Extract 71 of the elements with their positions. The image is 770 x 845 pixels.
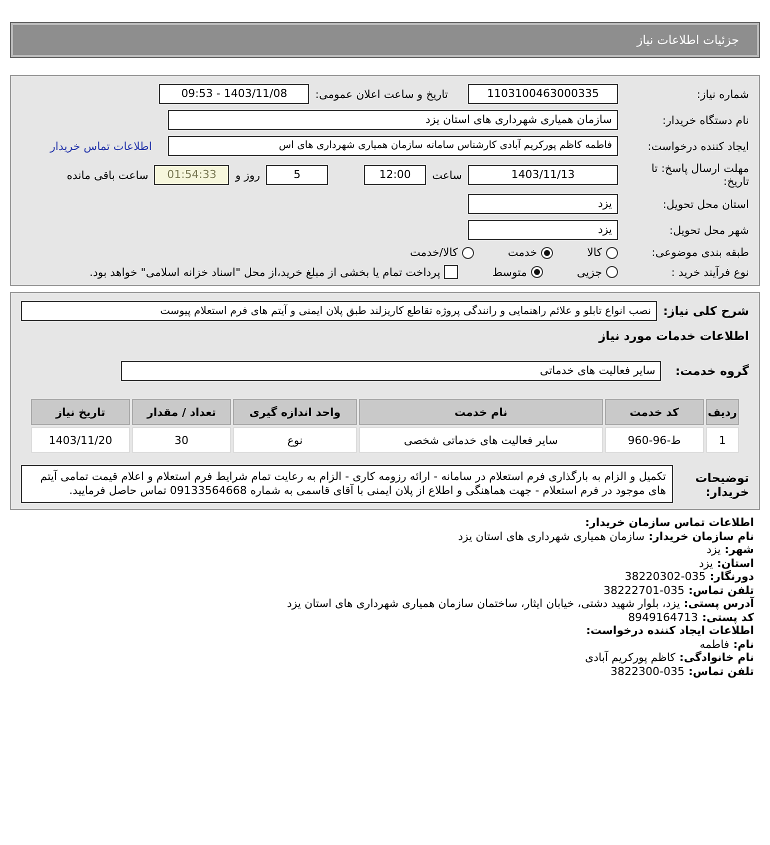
field-label: شماره نیاز:	[696, 88, 749, 100]
deadline-time-field: 12:00	[364, 165, 426, 185]
section-title: اطلاعات خدمات مورد نیاز	[598, 329, 749, 343]
field-label: طبقه بندی موضوعی:	[650, 246, 749, 259]
contact-label: دورنگار:	[710, 570, 754, 583]
column-header: تعداد / مقدار	[132, 399, 231, 425]
category-radio[interactable]: کالا/خدمت	[410, 246, 474, 259]
contact-label: نام خانوادگی:	[679, 651, 754, 664]
contact-label: تلفن تماس:	[688, 664, 754, 678]
province-field: یزد	[468, 194, 618, 214]
contact-label: تلفن تماس:	[688, 584, 754, 596]
contact-value: 035-3822300	[610, 664, 685, 678]
table-cell: نوع	[233, 427, 357, 453]
contact-label: استان:	[717, 556, 754, 570]
contact-value: فاطمه	[700, 638, 730, 650]
city-field: یزد	[468, 220, 618, 240]
table-cell: 30	[132, 427, 231, 453]
buyer-notes-field: تکمیل و الزام به بارگذاری فرم استعلام در سامانه - ارائه رزومه کاری - الزام به رعایت تمام شرایط فرم استعلام و اعلام قیمت تمامی آیتم های موجود در فرم استعلام - جهت هماهنگی و اطلاع از پلان ایمنی با آقای قاسمی به شماره 09133564668 تماس حاصل فرمایید.	[21, 465, 673, 503]
contact-label: کد پستی:	[702, 610, 754, 624]
process-radio[interactable]: متوسط	[492, 266, 543, 278]
contact-label: نام:	[733, 638, 754, 650]
contact-value: 035-38222701	[604, 584, 685, 596]
column-header: ردیف	[706, 399, 739, 425]
field-label: نام دستگاه خریدار:	[661, 114, 749, 126]
remaining-label: ساعت باقی مانده	[66, 168, 148, 182]
column-header: تاریخ نیاز	[31, 399, 130, 425]
table-cell: ط-96-960	[604, 427, 704, 453]
column-header: کد خدمت	[604, 399, 704, 425]
contact-value: یزد	[698, 556, 713, 570]
need-number-field: 1103100463000335	[468, 84, 618, 104]
contact-label: نام سازمان خریدار:	[648, 530, 754, 542]
table-cell: 1	[706, 427, 739, 453]
contact-label: آدرس پستی:	[684, 597, 754, 610]
contact-label: شهر:	[724, 543, 754, 556]
category-radio[interactable]: کالا	[587, 246, 618, 259]
field-label: گروه خدمت:	[675, 364, 749, 378]
treasury-checkbox[interactable]: پرداخت تمام یا بخشی از مبلغ خرید،از محل "اسناد خزانه اسلامی" خواهد بود.	[90, 265, 458, 279]
requester-field: فاطمه کاظم پورکریم آبادی کارشناس سامانه سازمان همیاری شهرداری های اس	[168, 136, 618, 156]
announce-date-field: 1403/11/08 - 09:53	[159, 84, 310, 104]
category-radio[interactable]: خدمت	[508, 246, 554, 259]
buyer-contact-link[interactable]: اطلاعات تماس خریدار	[50, 140, 152, 152]
remaining-time-field: 01:54:33	[154, 165, 230, 185]
contact-value: یزد	[706, 543, 721, 556]
field-label: ایجاد کننده درخواست:	[646, 140, 749, 152]
page-title: جزئیات اطلاعات نیاز	[636, 33, 739, 47]
buyer-field: سازمان همیاری شهرداری های استان یزد	[168, 110, 618, 130]
table-cell: سایر فعالیت های خدماتی شخصی	[359, 427, 603, 453]
field-label: شرح کلی نیاز:	[663, 304, 749, 318]
contact-heading: اطلاعات تماس سازمان خریدار:	[585, 516, 754, 529]
column-header: نام خدمت	[359, 399, 603, 425]
days-field: 5	[266, 165, 328, 185]
column-header: واحد اندازه گیری	[233, 399, 357, 425]
contact-value: 8949164713	[628, 610, 698, 624]
time-label: ساعت	[432, 168, 462, 182]
field-label: توضیحات خریدار:	[694, 471, 749, 499]
contact-heading: اطلاعات ایجاد کننده درخواست:	[586, 624, 754, 637]
description-field: نصب انواع تابلو و علائم راهنمایی و رانندگی پروژه تقاطع کاریزلند طبق پلان ایمنی و آیتم های فرم استعلام پیوست	[21, 301, 658, 321]
days-label: روز و	[235, 168, 260, 182]
contact-value: کاظم پورکریم آبادی	[585, 651, 676, 664]
contact-value: یزد، بلوار شهید دشتی، خیابان ایثار، ساختمان سازمان همیاری شهرداری های استان یزد	[286, 597, 680, 610]
contact-value: 035-38220302	[624, 570, 706, 583]
deadline-date-field: 1403/11/13	[468, 165, 618, 185]
process-radio[interactable]: جزیی	[576, 266, 618, 278]
field-label: استان محل تحویل:	[662, 198, 749, 210]
field-label: شهر محل تحویل:	[668, 224, 749, 236]
field-label: نوع فرآیند خرید :	[670, 266, 749, 278]
service-group-field: سایر فعالیت های خدماتی	[121, 361, 662, 381]
field-label: مهلت ارسال پاسخ: تا تاریخ:	[650, 162, 749, 188]
field-label: تاریخ و ساعت اعلان عمومی:	[315, 88, 448, 100]
table-cell: 1403/11/20	[31, 427, 130, 453]
contact-value: سازمان همیاری شهرداری های استان یزد	[458, 530, 645, 542]
